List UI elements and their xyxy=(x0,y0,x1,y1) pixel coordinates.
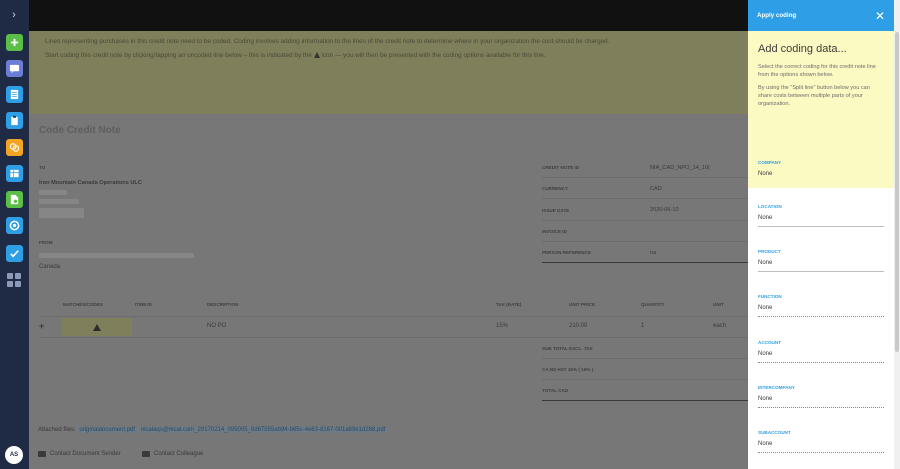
detail-label: CREDIT NOTE ID xyxy=(542,165,580,170)
panel-desc: By using the "Split line" button below y… xyxy=(758,85,870,107)
subaccount-field[interactable]: SUBACCOUNT None xyxy=(748,424,894,456)
add-icon[interactable] xyxy=(6,34,23,51)
lifebuoy-icon[interactable] xyxy=(6,217,23,234)
divider xyxy=(39,337,748,338)
warning-icon xyxy=(313,52,320,58)
attached-file-link[interactable]: nicalaqs@nical.com_20170214_095005_0d675… xyxy=(138,427,388,433)
expand-chevron-icon[interactable]: › xyxy=(8,9,20,21)
function-field[interactable]: FUNCTION None xyxy=(748,288,894,320)
chat-bubble-icon xyxy=(38,451,46,457)
panel-desc: Select the correct coding for this credi… xyxy=(758,64,876,78)
to-company: Iron Mountain Canada Operations ULC xyxy=(39,180,142,186)
contact-sender-button[interactable]: Contact Document Sender xyxy=(38,451,121,457)
grand-total-label: TOTAL CAD xyxy=(542,388,569,393)
row-unit-price: 210.00 xyxy=(569,323,588,329)
chat-bubble-icon xyxy=(142,451,150,457)
user-avatar[interactable]: AS xyxy=(5,446,23,464)
coins-icon[interactable] xyxy=(6,139,23,156)
divider xyxy=(542,220,748,221)
divider xyxy=(542,241,748,242)
divider xyxy=(542,177,748,178)
report-icon[interactable] xyxy=(6,165,23,182)
contact-colleague-button[interactable]: Contact Colleague xyxy=(142,451,203,457)
notice-text-1: Lines representing purchases in this cre… xyxy=(45,38,610,45)
divider xyxy=(542,262,748,263)
panel-intro: Add coding data... Select the correct co… xyxy=(748,31,894,154)
apps-grid-icon[interactable] xyxy=(7,273,21,287)
account-field[interactable]: ACCOUNT None xyxy=(748,334,894,366)
attached-label: Attached files: xyxy=(38,427,76,433)
coding-notice: Lines representing purchases in this cre… xyxy=(29,31,748,114)
company-field[interactable]: COMPANY None xyxy=(748,154,894,188)
notice-text-2: Start coding this credit note by clickin… xyxy=(45,52,546,59)
credit-note-content: Lines representing purchases in this cre… xyxy=(29,31,748,469)
top-bar xyxy=(29,0,748,31)
chat-icon[interactable] xyxy=(6,60,23,77)
detail-value: na xyxy=(650,250,657,256)
document-icon[interactable] xyxy=(6,86,23,103)
col-header-quantity: QUANTITY xyxy=(641,302,665,307)
close-icon[interactable]: ✕ xyxy=(875,10,885,22)
divider xyxy=(542,358,748,359)
row-tax: 15% xyxy=(496,323,509,329)
redacted-text xyxy=(39,208,84,218)
apply-coding-panel: Apply coding ✕ Add coding data... Select… xyxy=(748,0,894,469)
row-description: NO PO xyxy=(207,323,227,329)
row-quantity: 1 xyxy=(641,323,645,329)
scrollbar-thumb[interactable] xyxy=(895,32,899,352)
divider xyxy=(542,198,748,199)
attached-files: Attached files: originaldocument.pdf nic… xyxy=(38,427,388,433)
panel-header: Apply coding ✕ xyxy=(748,0,894,31)
col-header-unit: UNIT xyxy=(713,302,724,307)
left-rail: › AS xyxy=(0,0,29,469)
detail-label: PERSON REFERENCE xyxy=(542,250,592,255)
detail-label: CURRENCY xyxy=(542,186,569,191)
detail-value: NIA_CAD_NPO_14_10( xyxy=(650,165,711,171)
clipboard-icon[interactable] xyxy=(6,112,23,129)
from-country: Canada xyxy=(39,264,61,270)
tax-total-label: CA NS HST 15% ( 15% ) xyxy=(542,367,594,372)
col-header-unit-price: UNIT PRICE xyxy=(569,302,596,307)
subtotal-label: SUB TOTAL EXCL. TAX xyxy=(542,346,593,351)
warning-icon xyxy=(92,323,101,331)
from-label: FROM xyxy=(39,240,53,245)
detail-value: CAD xyxy=(650,186,662,192)
page-title: Code Credit Note xyxy=(39,125,121,136)
product-field[interactable]: PRODUCT None xyxy=(748,243,894,275)
to-label: TO xyxy=(39,165,46,170)
intercompany-field[interactable]: INTERCOMPANY None xyxy=(748,379,894,411)
divider xyxy=(39,316,748,317)
file-settings-icon[interactable] xyxy=(6,191,23,208)
divider xyxy=(542,400,748,401)
detail-value: 2020-06-10 xyxy=(650,207,679,213)
panel-scrollbar[interactable] xyxy=(894,0,900,469)
expand-row-button[interactable]: + xyxy=(39,321,44,331)
uncoded-line-cell[interactable] xyxy=(61,318,132,336)
row-unit: each xyxy=(713,323,727,329)
detail-label: INVOICE ID xyxy=(542,229,567,234)
divider xyxy=(542,379,748,380)
attached-file-link[interactable]: originaldocument.pdf xyxy=(77,427,138,433)
checkmark-icon[interactable] xyxy=(6,245,23,262)
col-header-description: DESCRIPTION xyxy=(207,302,239,307)
col-header-tax: TAX (RATE) xyxy=(496,302,522,307)
redacted-text xyxy=(39,253,194,258)
detail-label: ISSUE DATE xyxy=(542,208,570,213)
panel-heading: Add coding data... xyxy=(758,43,847,55)
panel-title: Apply coding xyxy=(757,12,797,19)
col-header-item-id: ITEM ID xyxy=(135,302,152,307)
redacted-text xyxy=(39,199,79,204)
col-header-matches: MATCHES/CODES xyxy=(63,302,103,307)
redacted-text xyxy=(39,190,67,195)
location-field[interactable]: LOCATION None xyxy=(748,198,894,230)
